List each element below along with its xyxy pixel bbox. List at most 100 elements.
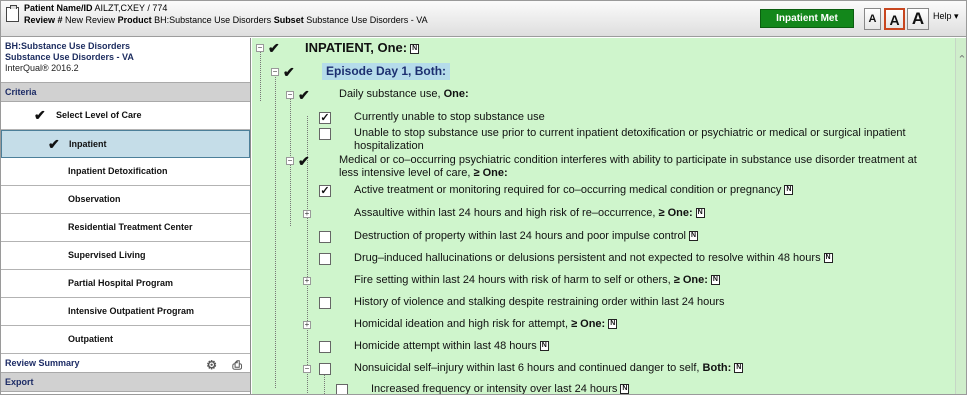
note-icon[interactable]: N [695,208,705,219]
sidebar-item-outpatient[interactable]: Outpatient [1,326,250,354]
patient-label: Patient Name/ID [24,3,93,13]
criteria-text[interactable]: Increased frequency or intensity over la… [371,383,630,394]
criteria-header[interactable]: Criteria [1,83,250,102]
criteria-scrollbar[interactable]: ⌃ [955,38,966,394]
criteria-checkbox[interactable] [319,128,331,140]
font-size-small-button[interactable]: A [864,8,881,30]
criteria-checkbox[interactable] [319,363,331,375]
checkmark-icon: ✔ [34,107,46,123]
note-icon[interactable]: N [620,384,630,394]
sidebar-item-label: Observation [68,194,121,204]
review-value: New Review [65,15,116,25]
criteria-checkbox[interactable] [319,253,331,265]
sidebar-item-observation[interactable]: Observation [1,186,250,214]
sidebar-subset-title: Substance Use Disorders - VA [5,52,134,62]
font-size-large-button[interactable]: A [907,8,929,30]
criteria-label: Nonsuicidal self–injury within last 6 ho… [354,362,703,374]
review-summary-label: Review Summary [5,358,80,368]
met-checkmark-icon[interactable]: ✔ [283,64,295,81]
criteria-text[interactable]: Homicide attempt within last 48 hours N [354,340,549,353]
review-summary-actions: ⚙ ⎙ [206,356,242,374]
criteria-label: Currently unable to stop substance use [354,111,545,123]
sidebar-item-supervised-living[interactable]: Supervised Living [1,242,250,270]
sidebar-item-partial-hospital-program[interactable]: Partial Hospital Program [1,270,250,298]
note-icon[interactable]: N [689,231,699,242]
sidebar-item-residential-treatment-center[interactable]: Residential Treatment Center [1,214,250,242]
criteria-label: Destruction of property within last 24 h… [354,230,687,242]
criteria-label: INPATIENT [305,40,371,55]
export-section[interactable]: Export [1,373,250,392]
criteria-text[interactable]: History of violence and stalking despite… [354,296,725,309]
sidebar-item-inpatient[interactable]: ✔ Inpatient [1,130,250,158]
help-menu[interactable]: Help ▾ [933,11,959,22]
note-icon[interactable]: N [710,275,720,286]
expand-icon[interactable]: + [303,277,311,285]
collapse-icon[interactable]: − [271,68,279,76]
inpatient-met-button[interactable]: Inpatient Met [760,9,854,28]
note-icon[interactable]: N [784,185,794,196]
note-icon[interactable]: N [823,253,833,264]
criteria-text[interactable]: Fire setting within last 24 hours with r… [354,274,720,287]
sidebar-item-label: Partial Hospital Program [68,278,174,288]
patient-line: Patient Name/ID AILZT,CXEY / 774 [24,3,167,13]
criteria-text[interactable]: Medical or co–occurring psychiatric cond… [339,154,917,180]
criteria-text[interactable]: INPATIENT, One: N [305,40,420,55]
criteria-label: Homicidal ideation and high risk for att… [354,318,572,330]
expand-icon[interactable]: + [303,210,311,218]
criteria-operator: , One: [370,40,408,55]
criteria-operator: ≥ One: [571,318,606,330]
criteria-checkbox[interactable] [336,384,348,394]
scroll-up-icon[interactable]: ⌃ [956,53,966,66]
font-size-medium-button[interactable]: A [884,8,905,30]
criteria-row: − ✔ Daily substance use, One: [252,87,955,108]
criteria-checkbox[interactable] [319,297,331,309]
note-icon[interactable]: N [539,341,549,352]
note-icon[interactable]: N [410,43,420,54]
review-line: Review # New Review Product BH:Substance… [24,15,428,25]
criteria-text[interactable]: Daily substance use, One: [339,88,469,101]
criteria-checkbox[interactable]: ✓ [319,112,331,124]
sidebar-item-intensive-outpatient-program[interactable]: Intensive Outpatient Program [1,298,250,326]
met-checkmark-icon[interactable]: ✔ [298,87,310,104]
criteria-checkbox[interactable] [319,341,331,353]
criteria-text[interactable]: Active treatment or monitoring required … [354,184,794,197]
criteria-row: − Nonsuicidal self–injury within last 6 h… [252,362,955,382]
criteria-checkbox[interactable]: ✓ [319,185,331,197]
print-icon[interactable]: ⎙ [232,358,242,372]
met-checkmark-icon[interactable]: ✔ [298,153,310,170]
criteria-text[interactable]: Currently unable to stop substance use [354,111,545,124]
criteria-row: Drug–induced hallucinations or delusions… [252,252,955,272]
criteria-row: + Homicidal ideation and high risk for at… [252,318,955,338]
criteria-text[interactable]: Episode Day 1, Both: [322,63,451,80]
settings-icon[interactable]: ⚙ [206,358,217,372]
collapse-icon[interactable]: − [286,157,294,165]
note-icon[interactable]: N [608,319,618,330]
collapse-icon[interactable]: − [286,91,294,99]
criteria-operator: ≥ One: [658,207,693,219]
criteria-label: Fire setting within last 24 hours with r… [354,274,674,286]
collapse-icon[interactable]: − [303,365,311,373]
criteria-text[interactable]: Homicidal ideation and high risk for att… [354,318,618,331]
criteria-operator: ≥ One: [673,274,708,286]
note-icon[interactable]: N [734,363,744,374]
criteria-text[interactable]: Assaultive within last 24 hours and high… [354,207,705,220]
met-checkmark-icon[interactable]: ✔ [268,40,280,57]
review-label: Review # [24,15,63,25]
criteria-checkbox[interactable] [319,231,331,243]
criteria-row: Unable to stop substance use prior to cu… [252,127,955,152]
criteria-row: + Fire setting within last 24 hours with … [252,274,955,294]
sidebar-item-inpatient-detoxification[interactable]: Inpatient Detoxification [1,158,250,186]
criteria-label: Homicide attempt within last 48 hours [354,340,537,352]
product-value: BH:Substance Use Disorders [154,15,272,25]
criteria-text[interactable]: Unable to stop substance use prior to cu… [354,127,906,153]
collapse-icon[interactable]: − [256,44,264,52]
expand-icon[interactable]: + [303,321,311,329]
criteria-text[interactable]: Destruction of property within last 24 h… [354,230,699,243]
criteria-text[interactable]: Nonsuicidal self–injury within last 6 ho… [354,362,744,375]
product-label: Product [117,15,152,25]
criteria-label: Unable to stop substance use prior to cu… [354,127,906,139]
criteria-text[interactable]: Drug–induced hallucinations or delusions… [354,252,833,265]
criteria-row: + Assaultive within last 24 hours and hig… [252,207,955,227]
sidebar-item-select-level-of-care[interactable]: ✔ Select Level of Care [1,102,250,130]
review-summary-section[interactable]: Review Summary ⚙ ⎙ [1,354,250,373]
